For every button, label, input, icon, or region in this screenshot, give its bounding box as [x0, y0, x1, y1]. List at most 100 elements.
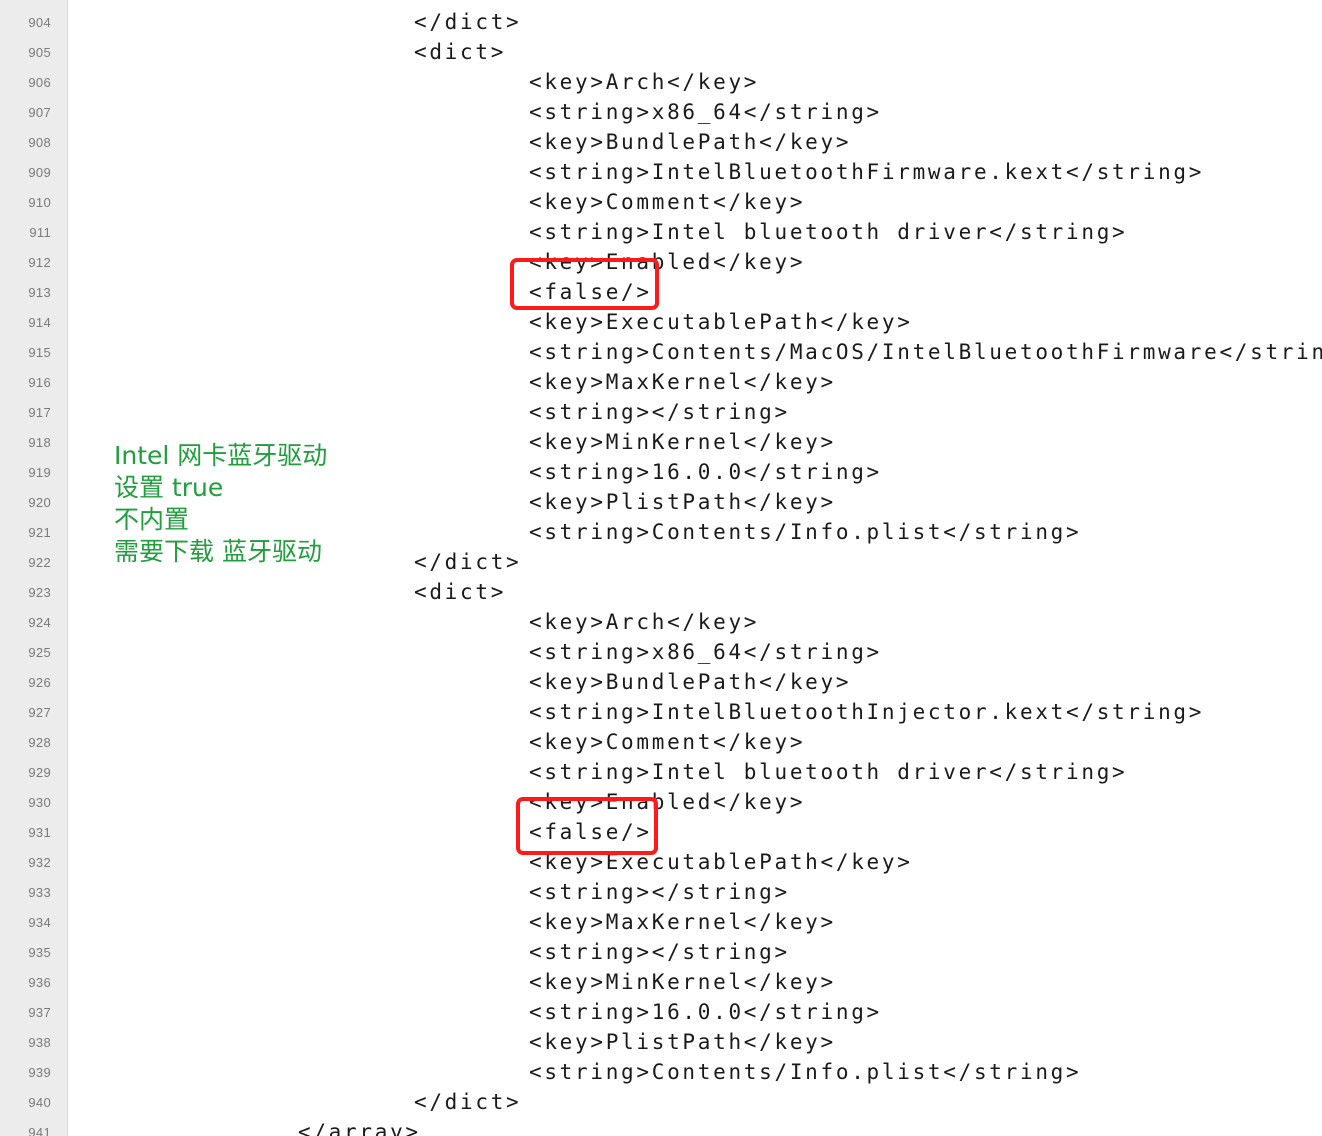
line-number: 909: [28, 165, 51, 180]
code-text[interactable]: <key>ExecutablePath</key>: [529, 310, 913, 334]
line-number: 933: [28, 885, 51, 900]
code-text[interactable]: <dict>: [414, 40, 506, 64]
code-line-917[interactable]: 917 <string></string>: [0, 397, 1322, 427]
line-number: 920: [28, 495, 51, 510]
code-line-941[interactable]: 941 </array>: [0, 1117, 1322, 1136]
code-text[interactable]: </dict>: [414, 550, 521, 574]
line-number: 926: [28, 675, 51, 690]
line-number: 923: [28, 585, 51, 600]
code-text[interactable]: <string>Intel bluetooth driver</string>: [529, 760, 1127, 784]
code-text[interactable]: <string>IntelBluetoothFirmware.kext</str…: [529, 160, 1204, 184]
code-text[interactable]: <string></string>: [529, 400, 790, 424]
code-text[interactable]: <key>MaxKernel</key>: [529, 910, 836, 934]
code-text[interactable]: </dict>: [414, 1090, 521, 1114]
code-text[interactable]: <key>MaxKernel</key>: [529, 370, 836, 394]
line-number: 931: [28, 825, 51, 840]
code-line-937[interactable]: 937 <string>16.0.0</string>: [0, 997, 1322, 1027]
code-text[interactable]: <string>x86_64</string>: [529, 640, 882, 664]
code-line-935[interactable]: 935 <string></string>: [0, 937, 1322, 967]
code-line-939[interactable]: 939 <string>Contents/Info.plist</string>: [0, 1057, 1322, 1087]
annotation-line: 需要下载 蓝牙驱动: [114, 537, 322, 566]
code-text[interactable]: <string>16.0.0</string>: [529, 460, 882, 484]
code-line-926[interactable]: 926 <key>BundlePath</key>: [0, 667, 1322, 697]
code-text[interactable]: <key>PlistPath</key>: [529, 490, 836, 514]
line-number: 910: [28, 195, 51, 210]
code-line-915[interactable]: 915 <string>Contents/MacOS/IntelBluetoot…: [0, 337, 1322, 367]
code-text[interactable]: <string></string>: [529, 940, 790, 964]
line-number: 928: [28, 735, 51, 750]
line-number: 916: [28, 375, 51, 390]
line-number: 907: [28, 105, 51, 120]
code-line-923[interactable]: 923 <dict>: [0, 577, 1322, 607]
code-text[interactable]: <string>Contents/Info.plist</string>: [529, 1060, 1081, 1084]
code-text[interactable]: <key>MinKernel</key>: [529, 430, 836, 454]
code-line-925[interactable]: 925 <string>x86_64</string>: [0, 637, 1322, 667]
line-number: 906: [28, 75, 51, 90]
line-number: 908: [28, 135, 51, 150]
line-number: 917: [28, 405, 51, 420]
line-number: 927: [28, 705, 51, 720]
code-text[interactable]: </dict>: [414, 10, 521, 34]
annotation-note: Intel 网卡蓝牙驱动 设置 true 不内置 需要下载 蓝牙驱动: [114, 440, 327, 568]
code-line-930[interactable]: 930 <key>Enabled</key>: [0, 787, 1322, 817]
line-number: 904: [28, 15, 51, 30]
code-text[interactable]: <string>Intel bluetooth driver</string>: [529, 220, 1127, 244]
code-text[interactable]: <string></string>: [529, 880, 790, 904]
code-line-924[interactable]: 924 <key>Arch</key>: [0, 607, 1322, 637]
line-number: 941: [28, 1125, 51, 1136]
code-text[interactable]: <key>Comment</key>: [529, 730, 805, 754]
code-text[interactable]: <key>MinKernel</key>: [529, 970, 836, 994]
code-line-905[interactable]: 905 <dict>: [0, 37, 1322, 67]
code-line-929[interactable]: 929 <string>Intel bluetooth driver</stri…: [0, 757, 1322, 787]
code-text[interactable]: <string>x86_64</string>: [529, 100, 882, 124]
code-line-940[interactable]: 940 </dict>: [0, 1087, 1322, 1117]
code-line-931[interactable]: 931 <false/>: [0, 817, 1322, 847]
code-line-906[interactable]: 906 <key>Arch</key>: [0, 67, 1322, 97]
code-line-907[interactable]: 907 <string>x86_64</string>: [0, 97, 1322, 127]
code-line-904[interactable]: 904 </dict>: [0, 7, 1322, 37]
line-number: 937: [28, 1005, 51, 1020]
code-text[interactable]: </array>: [298, 1120, 421, 1136]
line-number: 940: [28, 1095, 51, 1110]
code-text[interactable]: <key>BundlePath</key>: [529, 130, 851, 154]
code-line-927[interactable]: 927 <string>IntelBluetoothInjector.kext<…: [0, 697, 1322, 727]
code-text[interactable]: <string>Contents/MacOS/IntelBluetoothFir…: [529, 340, 1322, 364]
annotation-line: Intel 网卡蓝牙驱动: [114, 441, 328, 470]
line-number: 925: [28, 645, 51, 660]
code-text[interactable]: <key>Arch</key>: [529, 610, 759, 634]
code-line-911[interactable]: 911 <string>Intel bluetooth driver</stri…: [0, 217, 1322, 247]
line-number: 934: [28, 915, 51, 930]
code-text[interactable]: <string>16.0.0</string>: [529, 1000, 882, 1024]
code-line-912[interactable]: 912 <key>Enabled</key>: [0, 247, 1322, 277]
code-text[interactable]: <key>BundlePath</key>: [529, 670, 851, 694]
code-text[interactable]: <key>Arch</key>: [529, 70, 759, 94]
code-text[interactable]: <string>Contents/Info.plist</string>: [529, 520, 1081, 544]
code-line-933[interactable]: 933 <string></string>: [0, 877, 1322, 907]
line-number: 924: [28, 615, 51, 630]
code-line-916[interactable]: 916 <key>MaxKernel</key>: [0, 367, 1322, 397]
code-editor[interactable]: 904 </dict> 905 <dict> 906 <key>Arch</ke…: [0, 0, 1322, 1136]
code-line-934[interactable]: 934 <key>MaxKernel</key>: [0, 907, 1322, 937]
line-number: 912: [28, 255, 51, 270]
code-line-908[interactable]: 908 <key>BundlePath</key>: [0, 127, 1322, 157]
code-line-914[interactable]: 914 <key>ExecutablePath</key>: [0, 307, 1322, 337]
code-line-932[interactable]: 932 <key>ExecutablePath</key>: [0, 847, 1322, 877]
code-text[interactable]: <string>IntelBluetoothInjector.kext</str…: [529, 700, 1204, 724]
code-line-909[interactable]: 909 <string>IntelBluetoothFirmware.kext<…: [0, 157, 1322, 187]
code-line-910[interactable]: 910 <key>Comment</key>: [0, 187, 1322, 217]
line-number: 939: [28, 1065, 51, 1080]
line-number: 915: [28, 345, 51, 360]
line-number: 913: [28, 285, 51, 300]
code-line-928[interactable]: 928 <key>Comment</key>: [0, 727, 1322, 757]
highlight-box-enabled-false-913: [510, 258, 659, 310]
line-number: 911: [29, 225, 51, 240]
code-line-936[interactable]: 936 <key>MinKernel</key>: [0, 967, 1322, 997]
line-number: 919: [28, 465, 51, 480]
code-line-938[interactable]: 938 <key>PlistPath</key>: [0, 1027, 1322, 1057]
code-text[interactable]: <dict>: [414, 580, 506, 604]
code-line-913[interactable]: 913 <false/>: [0, 277, 1322, 307]
line-number: 930: [28, 795, 51, 810]
code-text[interactable]: <key>Comment</key>: [529, 190, 805, 214]
code-text[interactable]: <key>PlistPath</key>: [529, 1030, 836, 1054]
highlight-box-enabled-false-931: [516, 797, 658, 855]
